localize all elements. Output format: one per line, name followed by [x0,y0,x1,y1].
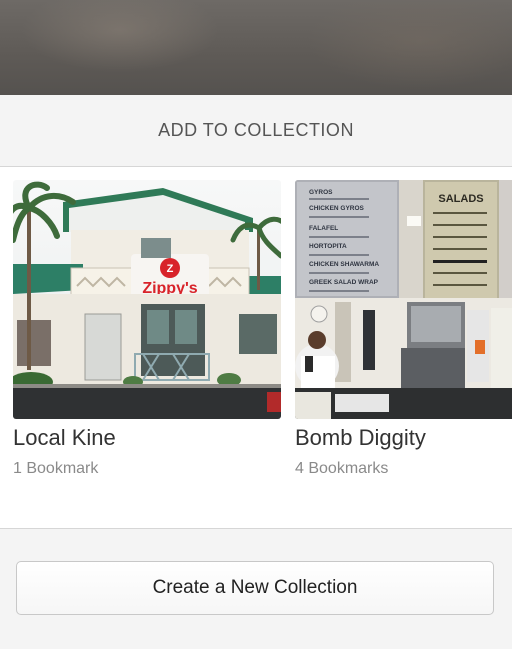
svg-text:Z: Z [167,263,174,275]
menu-item: GYROS [309,189,333,196]
bookmark-count: 4 Bookmarks [295,460,389,477]
restaurant-photo: Z Zippy's [13,180,281,419]
collections-carousel[interactable]: Z Zippy's Local Kine 1 Bookmark GYROS CH… [0,167,512,529]
collection-name: Local Kine [13,425,116,450]
menu-item: FALAFEL [309,225,338,232]
sheet-title: ADD TO COLLECTION [158,120,354,140]
menu-item: CHICKEN GYROS [309,205,365,212]
bookmark-count: 1 Bookmark [13,460,99,477]
restaurant-photo: GYROS CHICKEN GYROS FALAFEL HORTOPITA CH… [295,180,512,419]
collection-card-bomb-diggity[interactable]: GYROS CHICKEN GYROS FALAFEL HORTOPITA CH… [295,180,512,478]
menu-item: HORTOPITA [309,243,347,250]
collection-thumbnail[interactable]: Z Zippy's [13,180,281,419]
menu-item: GREEK SALAD WRAP [309,279,379,286]
menu-item: CHICKEN SHAWARMA [309,261,379,268]
create-collection-button[interactable]: Create a New Collection [16,561,494,615]
sheet-header: ADD TO COLLECTION [0,95,512,167]
blurred-background [0,0,512,95]
collection-thumbnail[interactable]: GYROS CHICKEN GYROS FALAFEL HORTOPITA CH… [295,180,512,419]
collection-card-local-kine[interactable]: Z Zippy's Local Kine 1 Bookmark [13,180,281,478]
collection-name: Bomb Diggity [295,425,426,450]
menu-heading: SALADS [438,193,483,205]
